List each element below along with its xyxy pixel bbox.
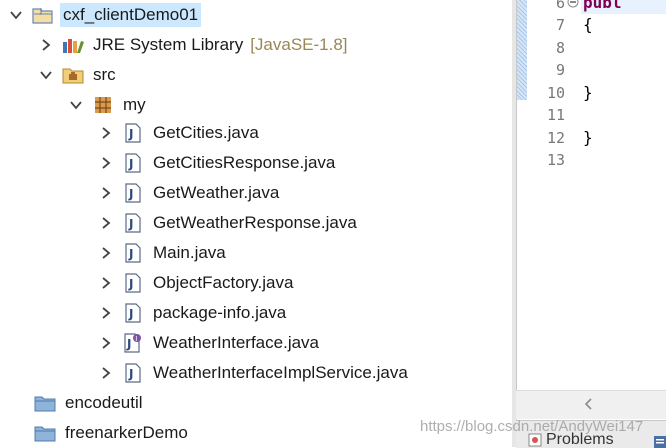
java-project-icon: J <box>32 4 54 26</box>
line-number: 11 <box>546 106 565 124</box>
tree-item-project-freenarkerdemo[interactable]: freenarkerDemo <box>34 418 191 447</box>
fold-collapse-icon[interactable] <box>567 0 579 8</box>
code-editor[interactable]: 6 publ 7 { 8 9 10 } 11 12 } 13 <box>516 0 666 420</box>
tree-item-java-file[interactable]: J package-info.java <box>98 298 289 328</box>
tree-item-label: freenarkerDemo <box>65 423 188 442</box>
svg-text:J: J <box>128 157 133 171</box>
chevron-right-icon[interactable] <box>98 185 114 201</box>
tree-item-jre-library[interactable]: JRE System Library [JavaSE-1.8] <box>38 30 348 60</box>
svg-text:J: J <box>126 337 131 351</box>
tree-item-label: ObjectFactory.java <box>153 273 294 292</box>
tab-label: Problems <box>546 431 614 448</box>
chevron-right-icon[interactable] <box>98 275 114 291</box>
tree-item-label: Main.java <box>153 243 226 262</box>
tree-item-src[interactable]: src <box>38 60 119 90</box>
line-number: 7 <box>555 16 565 34</box>
line-number: 9 <box>555 61 565 79</box>
source-folder-icon <box>62 64 84 86</box>
line-number: 10 <box>546 84 565 102</box>
tree-item-label: package-info.java <box>153 303 287 322</box>
java-file-icon: J <box>122 182 144 204</box>
line-number: 6 <box>555 0 565 12</box>
chevron-right-icon[interactable] <box>38 37 54 53</box>
chevron-right-icon[interactable] <box>98 335 114 351</box>
editor-horizontal-scrollbar[interactable] <box>516 390 666 419</box>
java-file-icon: J <box>122 302 144 324</box>
java-file-icon: J <box>122 362 144 384</box>
problems-icon <box>528 433 542 447</box>
bottom-panel-tabs: Problems <box>516 420 666 448</box>
tree-item-java-file[interactable]: J GetCitiesResponse.java <box>98 148 338 178</box>
scroll-left-icon[interactable] <box>582 397 596 411</box>
svg-text:J: J <box>128 247 133 261</box>
tree-item-label: WeatherInterface.java <box>153 333 319 352</box>
chevron-right-icon[interactable] <box>98 155 114 171</box>
line-number: 8 <box>555 39 565 57</box>
tree-item-label: src <box>93 65 116 84</box>
svg-text:J: J <box>128 217 133 231</box>
tree-item-project-encodeutil[interactable]: encodeutil <box>34 388 146 418</box>
closed-project-icon <box>34 422 56 444</box>
tree-item-project[interactable]: J cxf_clientDemo01 <box>8 0 202 30</box>
svg-text:J: J <box>128 187 133 201</box>
tree-item-java-file[interactable]: JI WeatherInterface.java <box>98 328 322 358</box>
tree-item-label: GetWeatherResponse.java <box>153 213 357 232</box>
tree-item-label: JRE System Library <box>93 35 244 54</box>
chevron-right-icon[interactable] <box>98 245 114 261</box>
java-file-icon: J <box>122 272 144 294</box>
chevron-down-icon[interactable] <box>8 7 24 23</box>
tree-item-label: encodeutil <box>65 393 143 412</box>
svg-text:J: J <box>128 127 133 141</box>
tree-item-label: GetCitiesResponse.java <box>153 153 336 172</box>
java-file-icon: J <box>122 122 144 144</box>
svg-text:I: I <box>135 335 137 343</box>
chevron-right-icon[interactable] <box>98 125 114 141</box>
package-icon <box>92 94 114 116</box>
tree-item-java-file[interactable]: J GetWeather.java <box>98 178 282 208</box>
chevron-right-icon[interactable] <box>98 215 114 231</box>
tree-item-label: my <box>123 95 146 114</box>
java-file-icon: J <box>122 242 144 264</box>
tree-item-java-file[interactable]: J GetWeatherResponse.java <box>98 208 360 238</box>
svg-text:J: J <box>128 367 133 381</box>
tree-item-label: WeatherInterfaceImplService.java <box>153 363 408 382</box>
library-icon <box>62 34 84 56</box>
tree-item-label: GetWeather.java <box>153 183 280 202</box>
overview-ruler <box>517 0 527 100</box>
chevron-down-icon[interactable] <box>38 67 54 83</box>
svg-text:J: J <box>128 277 133 291</box>
svg-text:J: J <box>39 7 42 15</box>
jre-version-decoration: [JavaSE-1.8] <box>250 35 348 54</box>
package-explorer-tree: J cxf_clientDemo01 JRE System Library [J… <box>0 0 512 447</box>
closed-project-icon <box>34 392 56 414</box>
java-file-icon: J <box>122 212 144 234</box>
line-number: 12 <box>546 129 565 147</box>
code-line: publ <box>583 0 622 12</box>
javadoc-icon[interactable] <box>653 435 666 448</box>
chevron-right-icon[interactable] <box>98 305 114 321</box>
tree-item-package-my[interactable]: my <box>68 90 149 120</box>
code-line: } <box>583 128 593 147</box>
java-interface-file-icon: JI <box>122 332 144 354</box>
chevron-down-icon[interactable] <box>68 97 84 113</box>
tree-item-java-file[interactable]: J ObjectFactory.java <box>98 268 296 298</box>
tree-item-java-file[interactable]: J WeatherInterfaceImplService.java <box>98 358 411 388</box>
code-line: { <box>583 15 593 34</box>
tree-item-label: cxf_clientDemo01 <box>60 3 202 27</box>
tab-problems[interactable]: Problems <box>528 429 614 448</box>
tree-item-label: GetCities.java <box>153 123 259 142</box>
chevron-right-icon[interactable] <box>98 365 114 381</box>
line-number: 13 <box>546 151 565 169</box>
tree-item-java-file[interactable]: J GetCities.java <box>98 118 262 148</box>
code-line: } <box>583 83 593 102</box>
tree-item-java-file[interactable]: J Main.java <box>98 238 229 268</box>
java-file-icon: J <box>122 152 144 174</box>
svg-text:J: J <box>128 307 133 321</box>
